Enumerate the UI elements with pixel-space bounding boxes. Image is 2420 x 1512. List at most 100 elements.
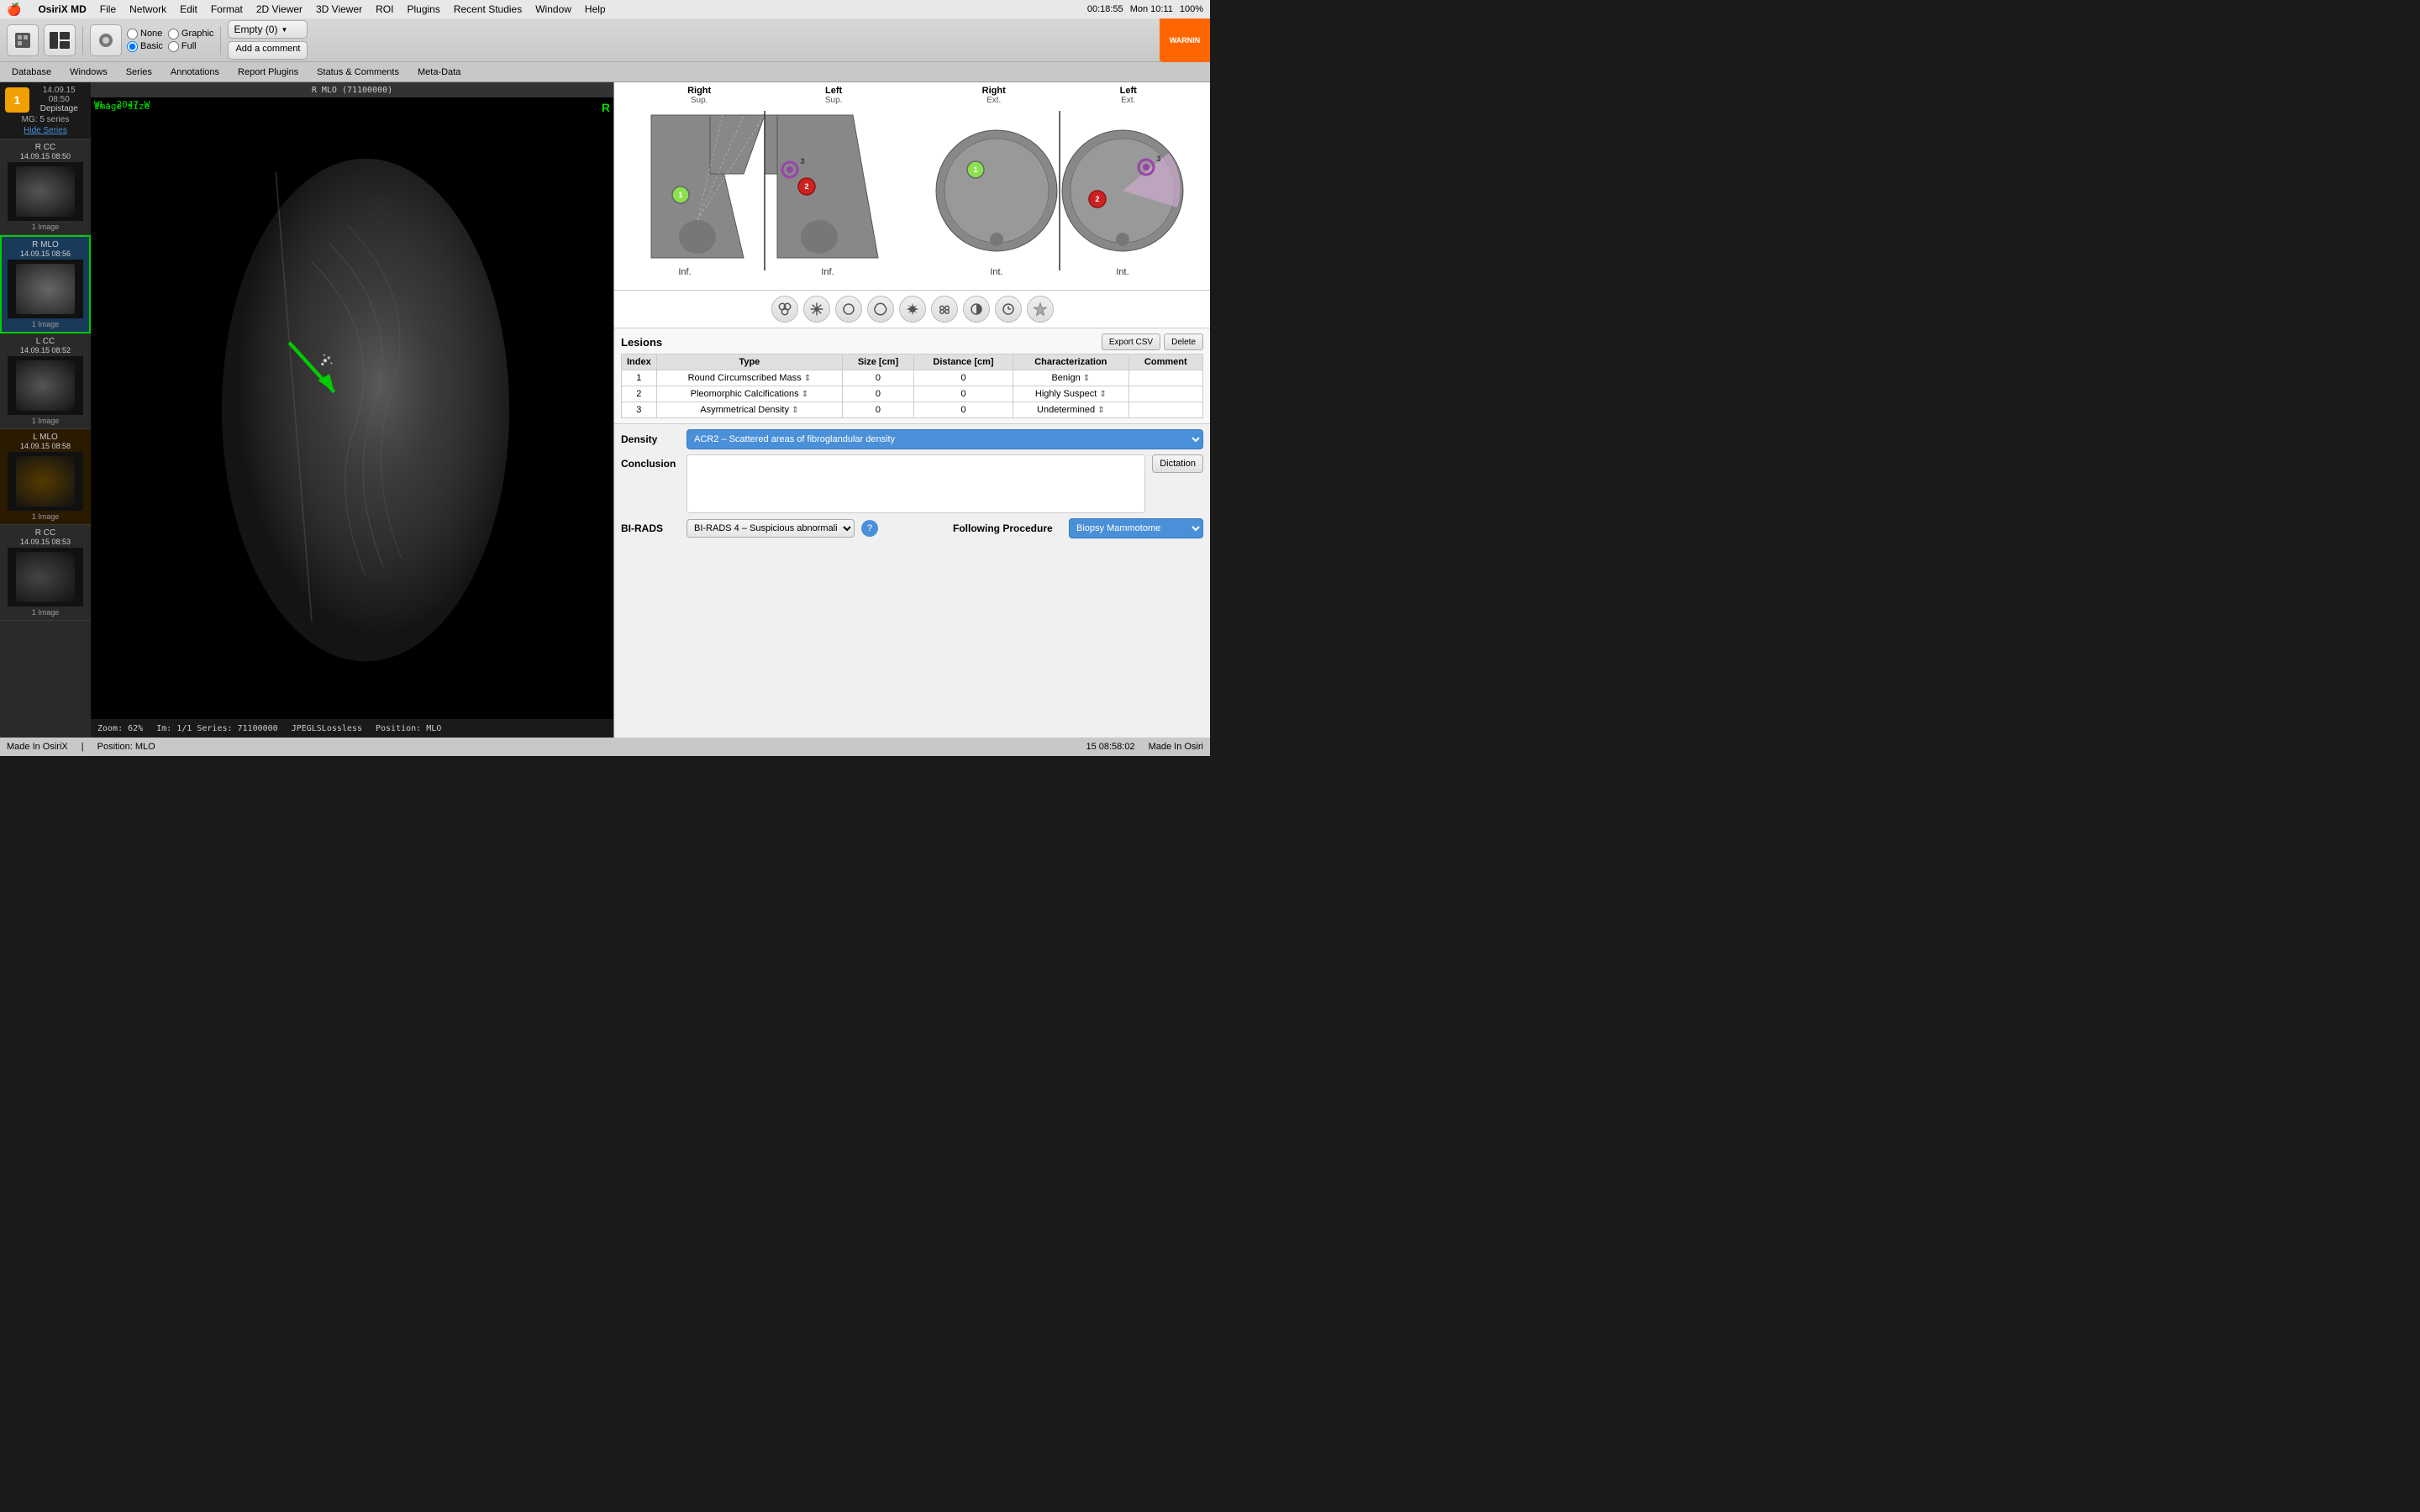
main-image-panel[interactable]: R MLO (71100000) Image size: 3328 x 4096… (91, 82, 613, 738)
svg-text:3: 3 (801, 157, 805, 165)
birads-label: BI-RADS (621, 522, 680, 534)
menu-network[interactable]: Network (129, 3, 166, 15)
menu-file[interactable]: File (100, 3, 116, 15)
row1-char-stepper[interactable]: ⇕ (1083, 374, 1090, 383)
svg-text:3: 3 (1156, 155, 1160, 163)
icon-clock[interactable] (995, 296, 1022, 323)
full-radio[interactable]: Full (168, 41, 214, 52)
tab-status-comments[interactable]: Status & Comments (308, 63, 408, 81)
sidebar-study-header[interactable]: 1 14.09.15 08:50 Depistage MG: 5 series … (0, 82, 91, 139)
sidebar-item-lmlo[interactable]: L MLO 14.09.15 08:58 1 Image (0, 429, 91, 525)
help-btn[interactable]: ? (861, 520, 878, 537)
lcc-thumb[interactable] (8, 356, 83, 415)
basic-radio[interactable]: Basic (127, 41, 163, 52)
row1-distance: 0 (913, 370, 1013, 386)
row3-comment[interactable] (1128, 402, 1202, 418)
density-label: Density (621, 433, 680, 445)
icon-round[interactable] (835, 296, 862, 323)
toolbar-sep-1 (82, 26, 83, 55)
conclusion-textarea[interactable] (687, 454, 1145, 513)
rcc-thumb[interactable] (8, 162, 83, 221)
menu-window[interactable]: Window (535, 3, 571, 15)
add-comment-btn[interactable]: Add a comment (228, 41, 308, 60)
apple-menu[interactable]: 🍎 (7, 3, 21, 17)
menu-osirixml[interactable]: OsiriX MD (38, 3, 86, 15)
sidebar-item-rcc[interactable]: R CC 14.09.15 08:50 1 Image (0, 139, 91, 235)
icon-lobular[interactable] (771, 296, 798, 323)
density-select[interactable]: ACR2 – Scattered areas of fibroglandular… (687, 429, 1203, 449)
lesions-header-row: Index Type Size [cm] Distance [cm] Chara… (622, 354, 1203, 370)
cc-svg[interactable]: Int. Int. 1 2 (929, 107, 1190, 283)
icon-grouped[interactable] (931, 296, 958, 323)
table-row: 2 Pleomorphic Calcifications ⇕ 0 0 Highl… (622, 386, 1203, 402)
lesions-table: Index Type Size [cm] Distance [cm] Chara… (621, 354, 1203, 418)
icon-spiculated[interactable] (803, 296, 830, 323)
row2-comment[interactable] (1128, 386, 1202, 402)
menu-format[interactable]: Format (211, 3, 243, 15)
lesions-header: Lesions Export CSV Delete (621, 333, 1203, 350)
tab-report-plugins[interactable]: Report Plugins (229, 63, 307, 81)
following-procedure-select[interactable]: Biopsy Mammotome (1069, 518, 1203, 538)
layout-btn[interactable] (44, 24, 76, 56)
sidebar-item-rmlo[interactable]: R MLO 14.09.15 08:56 1 Image (0, 235, 91, 333)
rcc2-label: R CC (5, 528, 86, 538)
lcc-date: 14.09.15 08:52 (5, 346, 86, 354)
menubar: 🍎 OsiriX MD File Network Edit Format 2D … (0, 0, 1210, 18)
database-btn[interactable] (7, 24, 39, 56)
status-made-in2: Made In Osiri (1149, 742, 1203, 752)
conclusion-row: Conclusion Dictation (621, 454, 1203, 513)
rcc-count: 1 Image (5, 223, 86, 231)
icon-starburst[interactable] (899, 296, 926, 323)
mammo-image[interactable] (91, 82, 613, 738)
graphic-radio[interactable]: Graphic (168, 29, 214, 39)
export-csv-btn[interactable]: Export CSV (1102, 333, 1160, 350)
menu-roi[interactable]: ROI (376, 3, 393, 15)
lmlo-label: L MLO (5, 433, 86, 442)
row2-char-stepper[interactable]: ⇕ (1099, 390, 1106, 399)
birads-select[interactable]: BI-RADS 4 – Suspicious abnormality (687, 519, 855, 538)
menu-help[interactable]: Help (585, 3, 606, 15)
menu-2dviewer[interactable]: 2D Viewer (256, 3, 302, 15)
rmlo-label: R MLO (7, 240, 84, 249)
lmlo-thumb[interactable] (8, 452, 83, 511)
tab-database[interactable]: Database (3, 63, 60, 81)
sidebar-item-lcc[interactable]: L CC 14.09.15 08:52 1 Image (0, 333, 91, 429)
empty-dropdown[interactable]: Empty (0) ▼ (228, 20, 308, 39)
view-options: None Basic (127, 29, 163, 52)
birads-panel: BI-RADS Report Reset Report Language... … (613, 18, 1210, 738)
row1-type-stepper[interactable]: ⇕ (804, 374, 811, 383)
view-mode-btn[interactable] (90, 24, 122, 56)
menubar-battery: 100% (1180, 4, 1203, 14)
menu-recent-studies[interactable]: Recent Studies (454, 3, 522, 15)
icon-star[interactable] (1027, 296, 1054, 323)
rcc2-thumb[interactable] (8, 548, 83, 606)
layout-icon (48, 30, 71, 50)
menu-plugins[interactable]: Plugins (407, 3, 439, 15)
row3-char-stepper[interactable]: ⇕ (1097, 406, 1104, 415)
icon-half[interactable] (963, 296, 990, 323)
tab-meta-data[interactable]: Meta-Data (409, 63, 469, 81)
dictation-btn[interactable]: Dictation (1152, 454, 1203, 473)
rmlo-thumb[interactable] (8, 260, 83, 318)
menu-3dviewer[interactable]: 3D Viewer (316, 3, 362, 15)
format-info: JPEGLSLossless (292, 724, 362, 733)
oblique-labels: Right Sup. Left Sup. (630, 86, 899, 105)
tab-series[interactable]: Series (118, 63, 160, 81)
cc-labels: Right Ext. Left Ext. (925, 86, 1194, 105)
icon-irregular[interactable] (867, 296, 894, 323)
tab-windows[interactable]: Windows (61, 63, 116, 81)
sidebar-item-rcc2[interactable]: R CC 14.09.15 08:53 1 Image (0, 525, 91, 621)
none-radio[interactable]: None (127, 29, 163, 39)
menu-edit[interactable]: Edit (180, 3, 197, 15)
hide-series-btn[interactable]: Hide Series (5, 126, 86, 135)
row2-char: Highly Suspect ⇕ (1013, 386, 1129, 402)
tab-annotations[interactable]: Annotations (162, 63, 228, 81)
row2-type-stepper[interactable]: ⇕ (802, 390, 808, 399)
oblique-svg[interactable]: Inf. Inf. 1 2 (634, 107, 895, 283)
row1-comment[interactable] (1128, 370, 1202, 386)
row2-size: 0 (842, 386, 913, 402)
row3-type-stepper[interactable]: ⇕ (792, 406, 798, 415)
study-series-count: MG: 5 series (5, 115, 86, 124)
delete-btn[interactable]: Delete (1164, 333, 1203, 350)
row2-type: Pleomorphic Calcifications ⇕ (656, 386, 842, 402)
